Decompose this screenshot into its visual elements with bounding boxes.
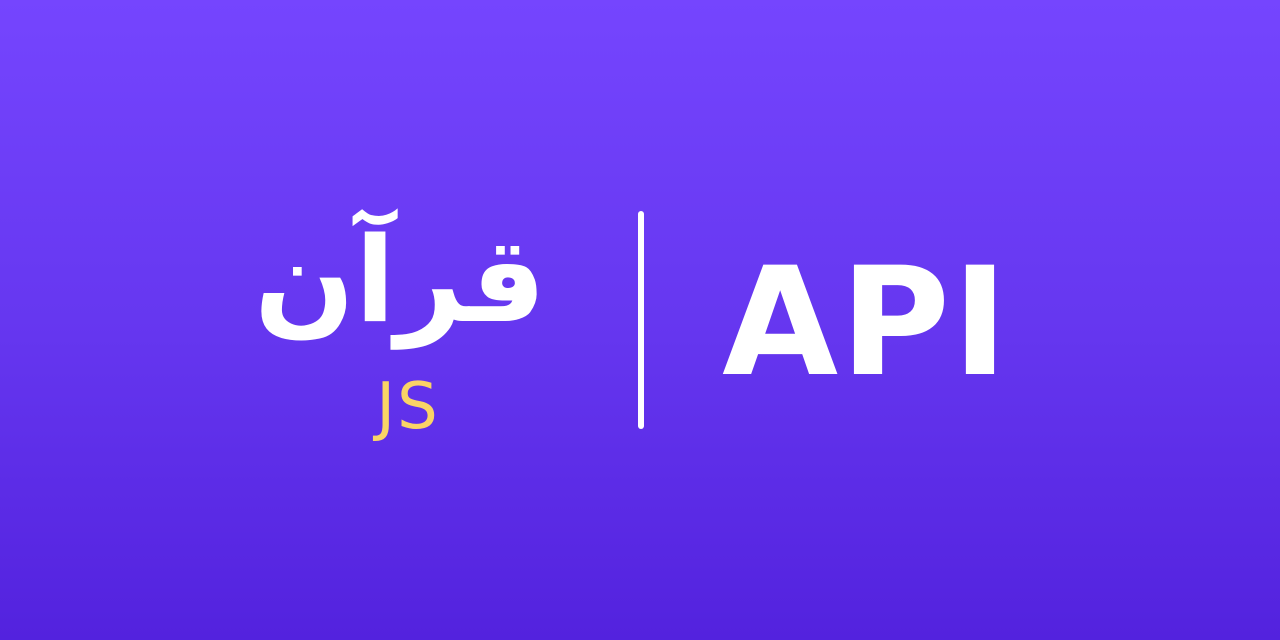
- arabic-title: قرآن: [254, 211, 546, 349]
- js-subtitle: JS: [376, 370, 440, 444]
- vertical-divider: [638, 211, 644, 429]
- api-title: API: [722, 236, 1010, 410]
- banner: قرآن JS API: [0, 0, 1280, 640]
- logo: قرآن JS: [254, 205, 546, 455]
